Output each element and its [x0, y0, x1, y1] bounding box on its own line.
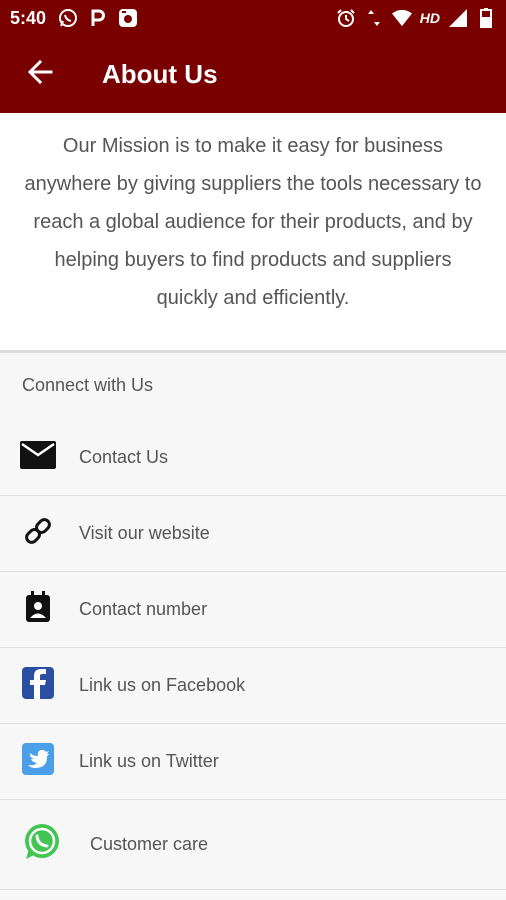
contact-card-icon: [20, 589, 56, 630]
status-system-icons: HD: [336, 8, 496, 28]
contact-us-item[interactable]: Contact Us: [0, 420, 506, 496]
connect-list: Contact Us Visit our website Contact num…: [0, 420, 506, 890]
status-time: 5:40: [10, 7, 47, 28]
arrow-back-icon: [27, 59, 53, 90]
whatsapp-icon: [20, 821, 62, 868]
back-button[interactable]: [0, 36, 80, 113]
contact-number-label: Contact number: [79, 599, 208, 619]
visit-website-item[interactable]: Visit our website: [0, 496, 506, 572]
network-label: HD: [419, 10, 440, 26]
page-title: About Us: [102, 59, 218, 89]
signal-icon: [448, 8, 468, 28]
link-icon: [20, 513, 56, 554]
alarm-icon: [336, 8, 356, 28]
section-divider: [0, 350, 506, 353]
status-notifications: [58, 8, 138, 28]
twitter-icon: [20, 741, 56, 782]
visit-website-label: Visit our website: [79, 523, 210, 543]
mission-section: Our Mission is to make it easy for busin…: [0, 113, 506, 351]
data-arrows-icon: [364, 8, 384, 28]
customer-care-item[interactable]: Customer care: [0, 800, 506, 890]
app-bar: About Us: [0, 36, 506, 113]
battery-icon: [476, 8, 496, 28]
facebook-item[interactable]: Link us on Facebook: [0, 648, 506, 724]
p-icon: [88, 8, 108, 28]
mail-icon: [20, 441, 56, 474]
whatsapp-icon: [58, 8, 78, 28]
facebook-label: Link us on Facebook: [79, 675, 246, 695]
connect-header: Connect with Us: [22, 375, 154, 395]
facebook-icon: [20, 665, 56, 706]
customer-care-label: Customer care: [90, 834, 209, 854]
mission-text: Our Mission is to make it easy for busin…: [24, 135, 482, 309]
status-bar: 5:40 HD: [0, 0, 506, 36]
twitter-label: Link us on Twitter: [79, 751, 219, 771]
contact-number-item[interactable]: Contact number: [0, 572, 506, 648]
twitter-item[interactable]: Link us on Twitter: [0, 724, 506, 800]
camera-app-icon: [118, 8, 138, 28]
wifi-icon: [391, 8, 412, 28]
contact-us-label: Contact Us: [79, 447, 169, 467]
